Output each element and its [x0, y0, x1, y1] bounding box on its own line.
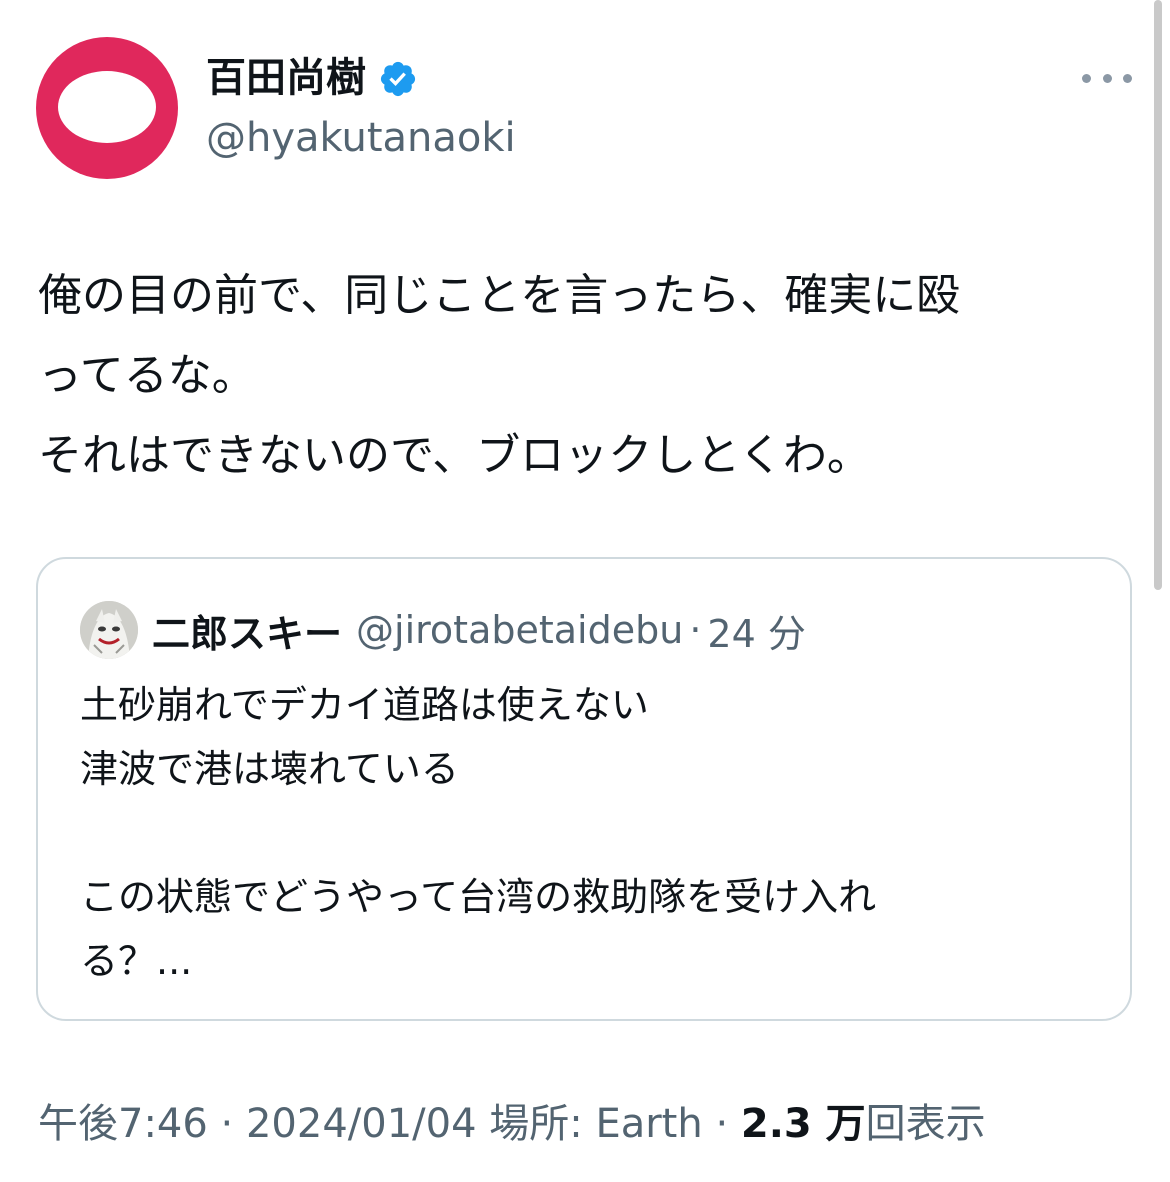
- quote-timestamp[interactable]: 24 分: [707, 603, 805, 658]
- quote-author-handle[interactable]: @jirotabetaidebu: [356, 608, 683, 652]
- quote-line: [80, 801, 1090, 865]
- author-avatar[interactable]: [36, 37, 178, 179]
- views-count: 2.3 万: [740, 1101, 866, 1147]
- quote-text: 土砂崩れでデカイ道路は使えない 津波で港は壊れている この状態でどうやって台湾の…: [80, 673, 1090, 993]
- quote-separator: ·: [689, 608, 702, 652]
- tweet-time[interactable]: 午後7:46: [38, 1101, 208, 1147]
- quote-author-avatar[interactable]: [80, 601, 138, 659]
- views-label: 回表示: [865, 1101, 986, 1147]
- more-dot: [1102, 73, 1112, 83]
- verified-badge-icon: [378, 58, 418, 98]
- quote-author-name[interactable]: 二郎スキー: [152, 603, 342, 658]
- tweet-date[interactable]: 2024/01/04: [246, 1101, 477, 1147]
- more-dot: [1123, 73, 1132, 83]
- quote-header: 二郎スキー @jirotabetaidebu · 24 分: [152, 601, 806, 659]
- tweet-line: ってるな。: [38, 350, 256, 401]
- tweet-text: 俺の目の前で、同じことを言ったら、確実に殴 ってるな。 それはできないので、ブロ…: [38, 256, 1128, 496]
- tweet-location: 場所: Earth: [489, 1101, 703, 1147]
- tweet-meta: 午後7:46 · 2024/01/04 場所: Earth · 2.3 万回表示: [38, 1096, 986, 1152]
- tweet-line: それはできないので、ブロックしとくわ。: [38, 430, 871, 481]
- meta-separator: ·: [715, 1101, 729, 1147]
- more-options-icon[interactable]: [1082, 60, 1132, 96]
- quote-line: 津波で港は壊れている: [80, 747, 459, 791]
- avatar-logo-shape: [58, 71, 156, 143]
- author-handle[interactable]: @hyakutanaoki: [206, 110, 516, 166]
- quote-line: 土砂崩れでデカイ道路は使えない: [80, 683, 649, 727]
- scrollbar[interactable]: [1154, 0, 1162, 590]
- author-name-row[interactable]: 百田尚樹: [206, 50, 418, 106]
- quoted-tweet-card[interactable]: 二郎スキー @jirotabetaidebu · 24 分 土砂崩れでデカイ道路…: [36, 557, 1132, 1021]
- quote-line: この状態でどうやって台湾の救助隊を受け入れ: [80, 875, 877, 919]
- quote-line: る？...: [80, 939, 193, 983]
- meta-separator: ·: [220, 1101, 234, 1147]
- tweet-line: 俺の目の前で、同じことを言ったら、確実に殴: [38, 270, 961, 321]
- more-dot: [1082, 73, 1091, 83]
- author-name[interactable]: 百田尚樹: [206, 50, 366, 106]
